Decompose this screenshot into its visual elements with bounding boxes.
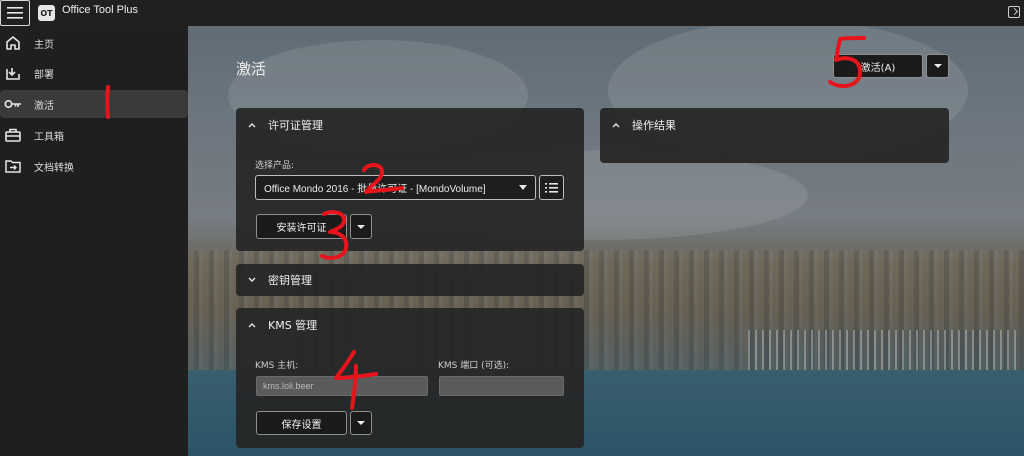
kms-host-input[interactable]: kms.loli.beer xyxy=(256,376,428,396)
sidebar-item-label: 主页 xyxy=(34,39,54,51)
activate-button[interactable]: 激活(A) xyxy=(833,54,923,78)
install-license-button[interactable]: 安装许可证 xyxy=(256,214,347,239)
license-card-header[interactable]: 许可证管理 xyxy=(236,108,323,142)
key-management-card[interactable]: 密钥管理 xyxy=(236,264,584,296)
card-title: 许可证管理 xyxy=(268,119,323,132)
chevron-down-icon xyxy=(357,224,365,229)
product-select-value: Office Mondo 2016 - 批量许可证 - [MondoVolume… xyxy=(264,184,486,195)
chevron-down-icon xyxy=(933,64,942,68)
chevron-down-icon xyxy=(519,185,527,190)
save-settings-button[interactable]: 保存设置 xyxy=(256,411,347,435)
card-title: 密钥管理 xyxy=(268,274,312,287)
sidebar-item-activation[interactable]: 激活 xyxy=(0,90,188,118)
key-card-header[interactable]: 密钥管理 xyxy=(236,264,312,296)
result-card-header[interactable]: 操作结果 xyxy=(600,108,676,142)
card-title: KMS 管理 xyxy=(268,319,318,332)
sidebar-item-label: 文档转换 xyxy=(34,162,74,174)
sidebar: 主页 部署 激活 工具箱 文档转换 xyxy=(0,26,188,456)
app-logo-icon: OT xyxy=(38,5,55,21)
convert-icon xyxy=(4,157,22,175)
hamburger-menu-button[interactable] xyxy=(0,0,30,26)
operation-result-card: 操作结果 xyxy=(600,108,949,163)
chevron-down-icon xyxy=(357,421,365,425)
save-settings-dropdown-button[interactable] xyxy=(350,411,372,435)
sidebar-item-deploy[interactable]: 部署 xyxy=(0,59,188,87)
chevron-up-icon xyxy=(248,121,256,129)
deploy-icon xyxy=(4,64,22,82)
kms-port-label: KMS 端口 (可选): xyxy=(438,361,510,371)
kms-management-card: KMS 管理 KMS 主机: kms.loli.beer KMS 端口 (可选)… xyxy=(236,308,584,448)
sidebar-item-label: 工具箱 xyxy=(34,131,64,143)
pane-toggle-icon[interactable] xyxy=(1008,6,1020,18)
sidebar-item-document-convert[interactable]: 文档转换 xyxy=(0,152,188,180)
kms-port-input[interactable] xyxy=(439,376,564,396)
product-list-button[interactable] xyxy=(539,175,564,200)
home-icon xyxy=(4,34,22,52)
sidebar-item-toolbox[interactable]: 工具箱 xyxy=(0,121,188,149)
card-title: 操作结果 xyxy=(632,119,676,132)
title-bar: OT Office Tool Plus xyxy=(0,0,1024,26)
kms-host-value: kms.loli.beer xyxy=(263,381,314,391)
sidebar-item-home[interactable]: 主页 xyxy=(0,29,188,57)
sidebar-item-label: 激活 xyxy=(34,100,54,112)
license-management-card: 许可证管理 选择产品: Office Mondo 2016 - 批量许可证 - … xyxy=(236,108,584,251)
product-select[interactable]: Office Mondo 2016 - 批量许可证 - [MondoVolume… xyxy=(255,175,536,200)
page-title: 激活 xyxy=(236,60,267,78)
kms-card-header[interactable]: KMS 管理 xyxy=(236,308,317,342)
activate-dropdown-button[interactable] xyxy=(926,54,949,78)
product-label: 选择产品: xyxy=(255,161,295,171)
chevron-down-icon xyxy=(248,276,256,284)
key-icon xyxy=(4,95,22,113)
app-title: Office Tool Plus xyxy=(62,4,139,16)
hamburger-icon xyxy=(7,7,23,19)
kms-host-label: KMS 主机: xyxy=(255,361,299,371)
toolbox-icon xyxy=(4,126,22,144)
list-icon xyxy=(545,182,558,193)
chevron-up-icon xyxy=(248,321,256,329)
install-license-dropdown-button[interactable] xyxy=(350,214,372,239)
sidebar-item-label: 部署 xyxy=(34,69,54,81)
chevron-up-icon xyxy=(612,121,620,129)
